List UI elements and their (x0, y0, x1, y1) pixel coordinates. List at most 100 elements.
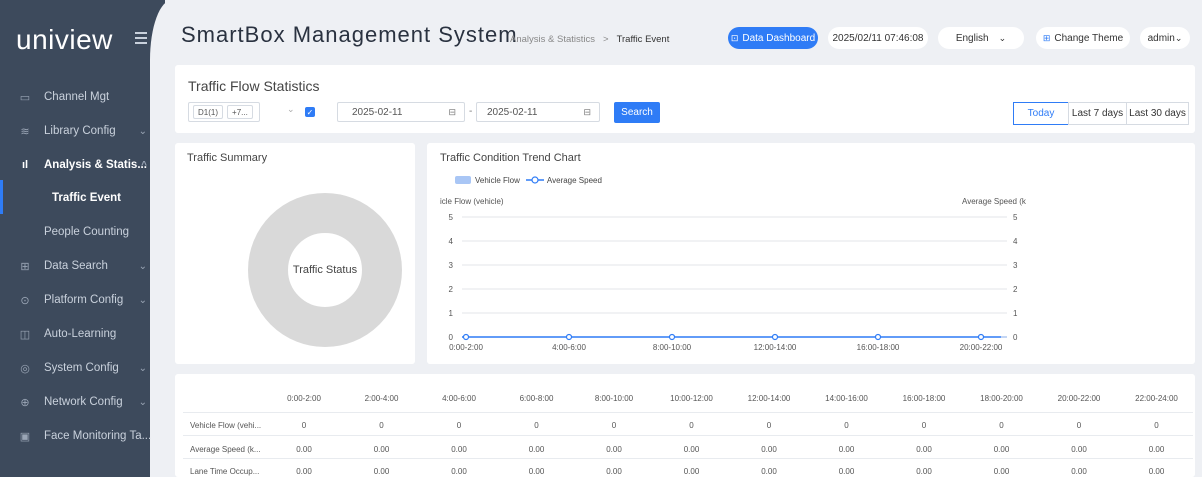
sidebar-item[interactable]: ⊙ Platform Config ⌄ (0, 283, 165, 317)
table-cell: 0.00 (528, 445, 545, 454)
table-cell: 0.00 (916, 467, 932, 476)
range-30-days-button[interactable]: Last 30 days (1126, 102, 1189, 125)
select-all-checkbox[interactable]: ✓ (305, 107, 315, 117)
sidebar-item-label: Analysis & Statis... (44, 159, 147, 171)
table-cell: 0.00 (373, 467, 390, 476)
x-tick-label: 16:00-18:00 (857, 343, 900, 352)
start-date-field[interactable]: 2025-02-11 ⊟ (337, 102, 465, 122)
calendar-icon: ⊟ (448, 106, 456, 117)
y-tick-label-left: 5 (449, 213, 454, 222)
table-cell: 0.00 (373, 445, 390, 454)
table-cell: 0.00 (1071, 445, 1087, 454)
breadcrumb-item[interactable]: Analysis & Statistics (510, 34, 595, 45)
y-tick-label-left: 3 (449, 261, 454, 270)
sidebar-item[interactable]: ıl Analysis & Statis... ^ (0, 148, 165, 182)
app-title: SmartBox Management System (181, 22, 518, 47)
table-cell: 0 (456, 421, 462, 430)
y-tick-label-right: 2 (1013, 285, 1018, 294)
table-header-cell: 10:00-12:00 (670, 394, 713, 403)
user-name: admin (1147, 32, 1175, 44)
table-row-label: Average Speed (k... (190, 445, 261, 454)
table-header-cell: 20:00-22:00 (1057, 394, 1101, 403)
table-cell: 0.00 (451, 445, 467, 454)
x-tick-label: 0:00-2:00 (449, 343, 483, 352)
table-header-cell: 8:00-10:00 (594, 394, 634, 403)
data-dashboard-label: Data Dashboard (742, 32, 816, 44)
table-cell: 0.00 (1071, 467, 1087, 476)
table-cell: 0.00 (1148, 445, 1165, 454)
user-menu[interactable]: admin ⌄ (1140, 27, 1190, 49)
chevron-down-icon: ⌄ (138, 396, 147, 408)
data-dashboard-button[interactable]: ⊡ Data Dashboard (728, 27, 818, 49)
change-theme-button[interactable]: ⊞ Change Theme (1036, 27, 1130, 49)
sidebar-item-label: Channel Mgt (44, 91, 110, 103)
table-header-cell: 0:00-2:00 (287, 394, 321, 403)
sidebar-item[interactable]: ≋ Library Config ⌄ (0, 114, 165, 148)
table-header-cell: 6:00-8:00 (519, 394, 554, 403)
table-cell: 0.00 (761, 445, 777, 454)
chevron-down-icon: ⌄ (287, 104, 295, 114)
table-header-cell: 12:00-14:00 (747, 394, 791, 403)
speed-point (565, 333, 573, 341)
start-date-value: 2025-02-11 (352, 106, 403, 118)
sidebar-item-label: Data Search (44, 260, 108, 272)
y-tick-label-left: 4 (449, 237, 454, 246)
calendar-icon: ⊟ (583, 106, 591, 117)
y-tick-label-right: 0 (1013, 333, 1018, 342)
language-value: English (955, 32, 989, 44)
sidebar-item[interactable]: ⊕ Network Config ⌄ (0, 385, 165, 419)
breadcrumb: Analysis & Statistics > Traffic Event (510, 34, 669, 45)
x-tick-label: 20:00-22:00 (960, 343, 1003, 352)
library-icon: ≋ (20, 125, 30, 138)
y-tick-label-left: 0 (449, 333, 454, 342)
speed-point (874, 333, 882, 341)
legend-flow-label: Vehicle Flow (475, 175, 520, 185)
sidebar-subitem[interactable]: Traffic Event (0, 181, 165, 215)
donut-center-label: Traffic Status (293, 264, 358, 276)
legend-speed-swatch[interactable] (525, 175, 544, 185)
table-cell: 0.00 (838, 467, 855, 476)
search-button[interactable]: Search (614, 102, 660, 123)
brand-logo: uniview (16, 24, 113, 55)
table-header-cell: 4:00-6:00 (442, 394, 476, 403)
table-cell: 0.00 (1148, 467, 1165, 476)
y-tick-label-right: 1 (1013, 309, 1018, 318)
channel-select[interactable]: D1(1) +7... (188, 102, 260, 122)
range-today-button[interactable]: Today (1013, 102, 1069, 125)
table-cell: 0.00 (606, 445, 622, 454)
end-date-value: 2025-02-11 (487, 106, 538, 118)
sidebar-item-label: Auto-Learning (44, 328, 117, 340)
table-cell: 0 (534, 421, 539, 430)
sidebar-item[interactable]: ▭ Channel Mgt (0, 80, 165, 114)
table-cell: 0 (301, 421, 307, 430)
table-cell: 0.00 (296, 467, 312, 476)
traffic-status-donut: Traffic Status (248, 193, 402, 347)
sidebar-item[interactable]: ▣ Face Monitoring Ta... (0, 419, 165, 453)
table-row-label: Lane Time Occup... (190, 467, 260, 476)
sidebar-item[interactable]: ◎ System Config ⌄ (0, 351, 165, 385)
end-date-field[interactable]: 2025-02-11 ⊟ (476, 102, 600, 122)
table-cell: 0 (766, 421, 772, 430)
table-divider (183, 458, 1193, 459)
sidebar-subitem[interactable]: People Counting (0, 215, 165, 249)
range-7-days-button[interactable]: Last 7 days (1068, 102, 1127, 125)
language-select[interactable]: English ⌄ (938, 27, 1024, 49)
table-header-cell: 16:00-18:00 (902, 394, 946, 403)
dashboard-icon: ⊡ (730, 32, 739, 43)
y-tick-label-right: 5 (1013, 213, 1018, 222)
chevron-down-icon: ⌄ (138, 260, 147, 272)
legend-flow-swatch[interactable] (455, 176, 471, 184)
chevron-down-icon: ⌄ (138, 125, 147, 137)
speed-point (977, 333, 985, 341)
table-cell: 0.00 (296, 445, 312, 454)
table-header-cell: 2:00-4:00 (364, 394, 399, 403)
table-cell: 0.00 (606, 467, 622, 476)
datetime-display: 2025/02/11 07:46:08 (828, 27, 928, 49)
sidebar-item[interactable]: ⊞ Data Search ⌄ (0, 249, 165, 283)
sidebar-item[interactable]: ◫ Auto-Learning (0, 317, 165, 351)
table-cell: 0.00 (838, 445, 855, 454)
table-divider (183, 412, 1193, 413)
y-tick-label-left: 2 (449, 285, 454, 294)
menu-toggle-icon[interactable] (135, 32, 147, 44)
sidebar-item-label: Platform Config (44, 294, 124, 306)
